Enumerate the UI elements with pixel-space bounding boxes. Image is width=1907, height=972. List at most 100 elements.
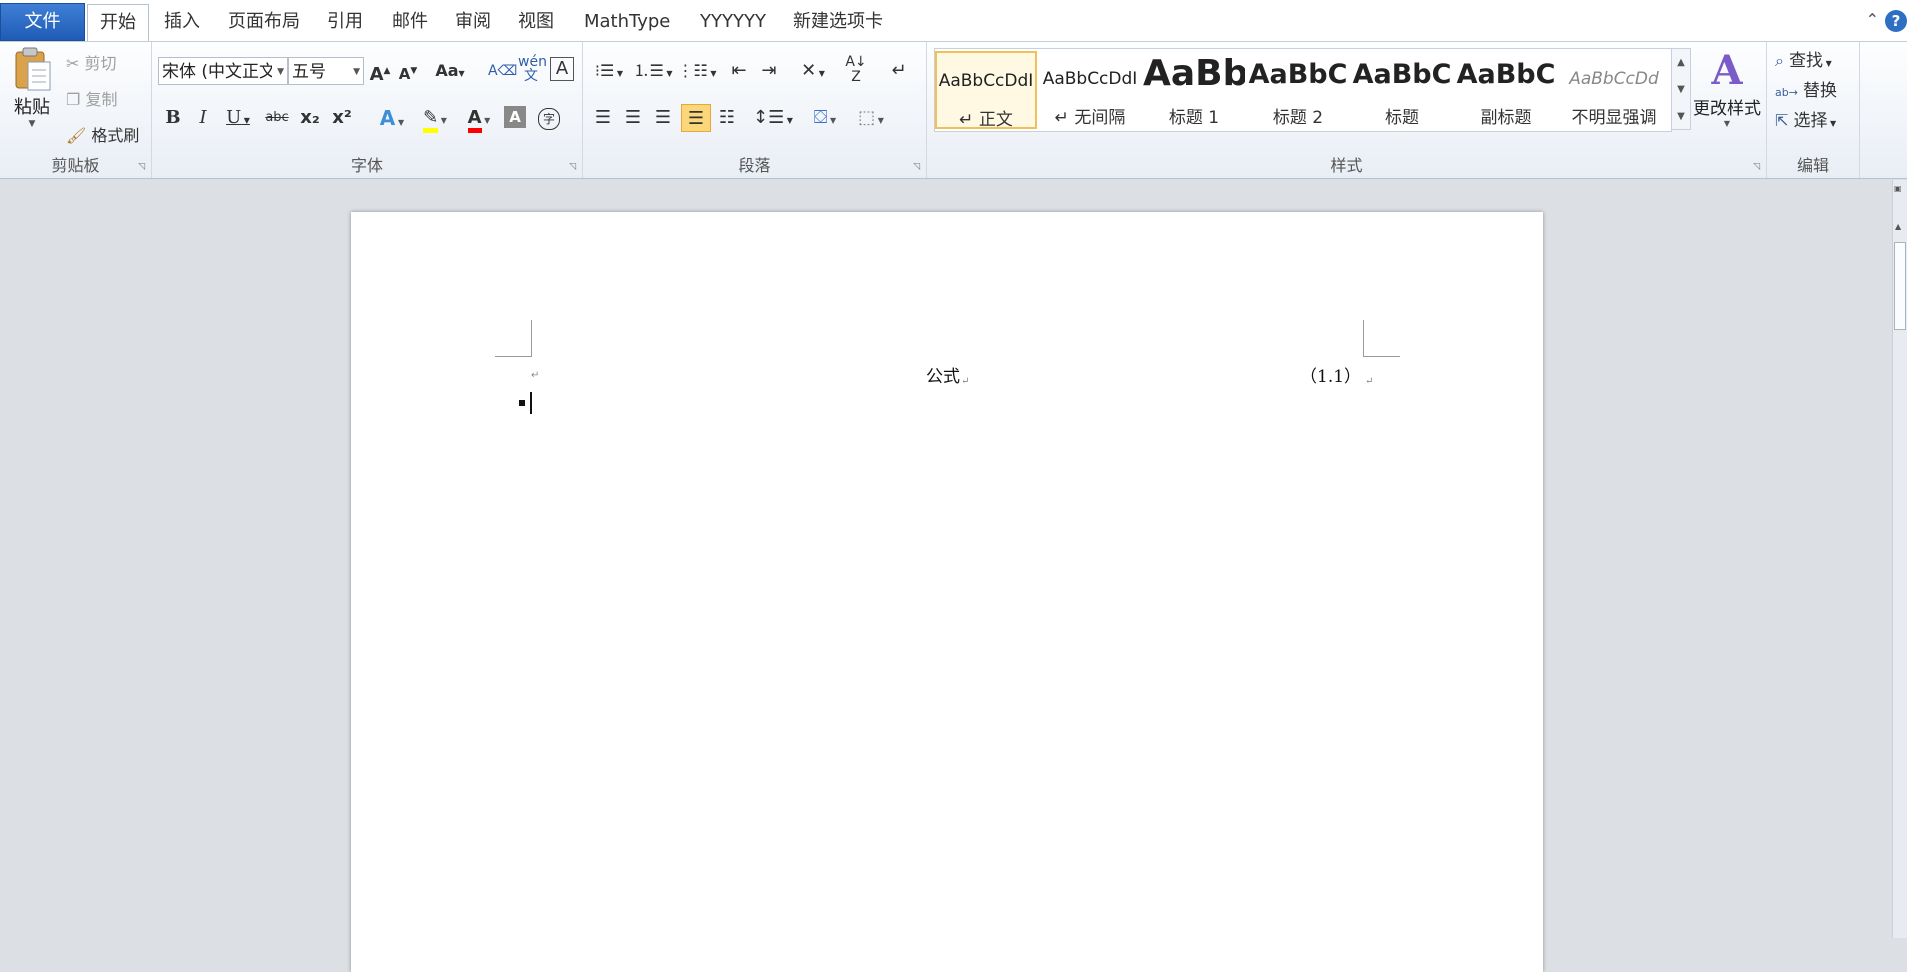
- equation-number[interactable]: （1.1） ↵: [1300, 362, 1373, 387]
- bullet-list-icon: ⁝☰: [594, 61, 615, 80]
- bold-icon: B: [165, 107, 181, 128]
- text-effects-button[interactable]: A ▼: [372, 104, 412, 132]
- underline-button[interactable]: U ▼: [220, 104, 256, 132]
- tab-file[interactable]: 文件: [0, 3, 85, 41]
- tab-new[interactable]: 新建选项卡: [793, 6, 883, 38]
- help-icon[interactable]: ?: [1885, 10, 1907, 32]
- paragraph-mark-icon: ↵: [891, 60, 907, 81]
- tab-home[interactable]: 开始: [87, 4, 149, 41]
- style-title[interactable]: AaBbC 标题: [1351, 51, 1453, 129]
- document-page[interactable]: ↵ 公式↵ （1.1） ↵: [351, 212, 1543, 972]
- paste-dropdown-icon[interactable]: ▼: [10, 119, 54, 129]
- shading-button[interactable]: ⛋ ▼: [805, 104, 845, 132]
- distributed-icon: ☷: [718, 107, 736, 128]
- sort-button[interactable]: A↓ Z: [841, 55, 871, 85]
- tab-view[interactable]: 视图: [518, 6, 554, 38]
- shrink-font-button[interactable]: A▼: [396, 57, 420, 85]
- paragraph-launcher-icon[interactable]: ◹: [913, 162, 920, 172]
- style-name: 标题: [1385, 108, 1419, 128]
- font-color-button[interactable]: A ▼: [458, 104, 500, 133]
- decrease-indent-button[interactable]: ⇤: [725, 57, 753, 85]
- tab-mathtype[interactable]: MathType: [584, 6, 670, 38]
- multilevel-list-button[interactable]: ⋮☷ ▼: [677, 57, 717, 85]
- font-name-dropdown[interactable]: 宋体 (中文正文 ▼: [158, 57, 288, 85]
- tab-insert[interactable]: 插入: [164, 6, 200, 38]
- style-no-spacing[interactable]: AaBbCcDdI ↵ 无间隔: [1039, 51, 1141, 129]
- superscript-button[interactable]: x²: [328, 104, 356, 132]
- strikethrough-button[interactable]: abc: [262, 104, 292, 132]
- font-color-icon: A: [467, 108, 482, 133]
- scrollbar-thumb[interactable]: [1894, 242, 1906, 330]
- font-size-dropdown[interactable]: 五号 ▼: [288, 57, 364, 85]
- phonetic-guide-button[interactable]: wén 文: [518, 55, 547, 83]
- style-subtle-emphasis[interactable]: AaBbCcDd 不明显强调: [1559, 51, 1669, 129]
- scroll-up-icon[interactable]: ▲: [1672, 49, 1690, 76]
- distributed-button[interactable]: ☷: [713, 104, 741, 132]
- chevron-down-icon: ▼: [277, 67, 284, 77]
- style-heading-2[interactable]: AaBbC 标题 2: [1247, 51, 1349, 129]
- tab-yyyyyy[interactable]: YYYYYY: [700, 6, 766, 38]
- style-heading-1[interactable]: AaBb 标题 1: [1143, 51, 1245, 129]
- bold-button[interactable]: B: [160, 104, 186, 132]
- character-border-icon: A: [555, 58, 569, 79]
- style-sample: AaBbCcDd: [1569, 69, 1659, 89]
- format-painter-button[interactable]: 🖌 格式刷: [66, 122, 139, 146]
- scroll-down-icon[interactable]: ▼: [1672, 76, 1690, 103]
- tab-page-layout[interactable]: 页面布局: [228, 6, 300, 38]
- paragraph-mark-icon: ↵: [1365, 376, 1374, 387]
- character-shading-button[interactable]: A: [504, 106, 526, 128]
- find-button[interactable]: ⌕ 查找 ▼: [1775, 46, 1832, 71]
- numbered-list-icon: ⒈☰: [633, 61, 664, 80]
- grow-font-button[interactable]: A▲: [368, 57, 392, 85]
- tab-mailings[interactable]: 邮件: [392, 6, 428, 38]
- ruler-toggle-icon[interactable]: ▣: [1894, 184, 1902, 193]
- clipboard-launcher-icon[interactable]: ◹: [138, 162, 145, 172]
- character-border-button[interactable]: A: [550, 57, 574, 81]
- italic-button[interactable]: I: [190, 104, 216, 132]
- style-normal[interactable]: AaBbCcDdI ↵ 正文: [935, 51, 1037, 129]
- increase-indent-button[interactable]: ⇥: [755, 57, 783, 85]
- borders-button[interactable]: ⬚ ▼: [851, 104, 891, 132]
- tab-review[interactable]: 审阅: [455, 6, 491, 38]
- clear-format-button[interactable]: A⌫: [488, 57, 517, 85]
- highlight-button[interactable]: ✎ ▼: [414, 104, 456, 133]
- change-case-icon: Aa: [435, 61, 459, 80]
- align-left-button[interactable]: ☰: [589, 104, 617, 132]
- change-styles-button[interactable]: A 更改样式 ▼: [1690, 46, 1764, 128]
- align-right-button[interactable]: ☰: [649, 104, 677, 132]
- subscript-button[interactable]: x₂: [296, 104, 324, 132]
- align-center-icon: ☰: [624, 107, 642, 128]
- show-marks-button[interactable]: ↵: [885, 57, 913, 85]
- chinese-layout-button[interactable]: ✕ ▼: [793, 57, 833, 85]
- style-gallery-scroll[interactable]: ▲ ▼ ▼: [1671, 48, 1691, 130]
- minimize-ribbon-icon[interactable]: ⌃: [1866, 10, 1879, 29]
- style-subtitle[interactable]: AaBbC 副标题: [1455, 51, 1557, 129]
- scroll-up-arrow-icon[interactable]: ▲: [1895, 222, 1901, 231]
- numbering-button[interactable]: ⒈☰ ▼: [633, 57, 673, 85]
- bullets-button[interactable]: ⁝☰ ▼: [589, 57, 629, 85]
- style-name: 副标题: [1480, 108, 1532, 128]
- tab-references[interactable]: 引用: [327, 6, 363, 38]
- more-styles-icon[interactable]: ▼: [1672, 103, 1690, 130]
- font-launcher-icon[interactable]: ◹: [569, 162, 576, 172]
- cut-label: 剪切: [84, 54, 117, 73]
- enclose-characters-icon: 字: [538, 108, 560, 130]
- copy-icon: ❐: [66, 90, 81, 109]
- change-case-button[interactable]: Aa▼: [432, 57, 468, 85]
- paste-button[interactable]: 粘贴 ▼: [10, 46, 54, 129]
- copy-button[interactable]: ❐ 复制: [66, 86, 117, 110]
- underline-icon: U: [226, 107, 242, 128]
- vertical-scrollbar[interactable]: ▣ ▲: [1892, 180, 1907, 938]
- line-spacing-button[interactable]: ↕☰ ▼: [753, 104, 793, 132]
- styles-launcher-icon[interactable]: ◹: [1753, 162, 1760, 172]
- style-sample: AaBb: [1143, 53, 1245, 94]
- replace-button[interactable]: ab→ 替换: [1775, 76, 1837, 101]
- justify-button[interactable]: ☰: [681, 104, 711, 132]
- cut-button[interactable]: ✂ 剪切: [66, 50, 117, 74]
- clipboard-group: 粘贴 ▼ ✂ 剪切 ❐ 复制 🖌 格式刷 剪贴板 ◹: [0, 42, 152, 178]
- align-center-button[interactable]: ☰: [619, 104, 647, 132]
- style-name: 不明显强调: [1571, 108, 1657, 128]
- select-button[interactable]: ⇱ 选择 ▼: [1775, 106, 1836, 131]
- formula-placeholder[interactable]: 公式↵: [926, 362, 969, 387]
- enclose-characters-button[interactable]: 字: [536, 104, 562, 132]
